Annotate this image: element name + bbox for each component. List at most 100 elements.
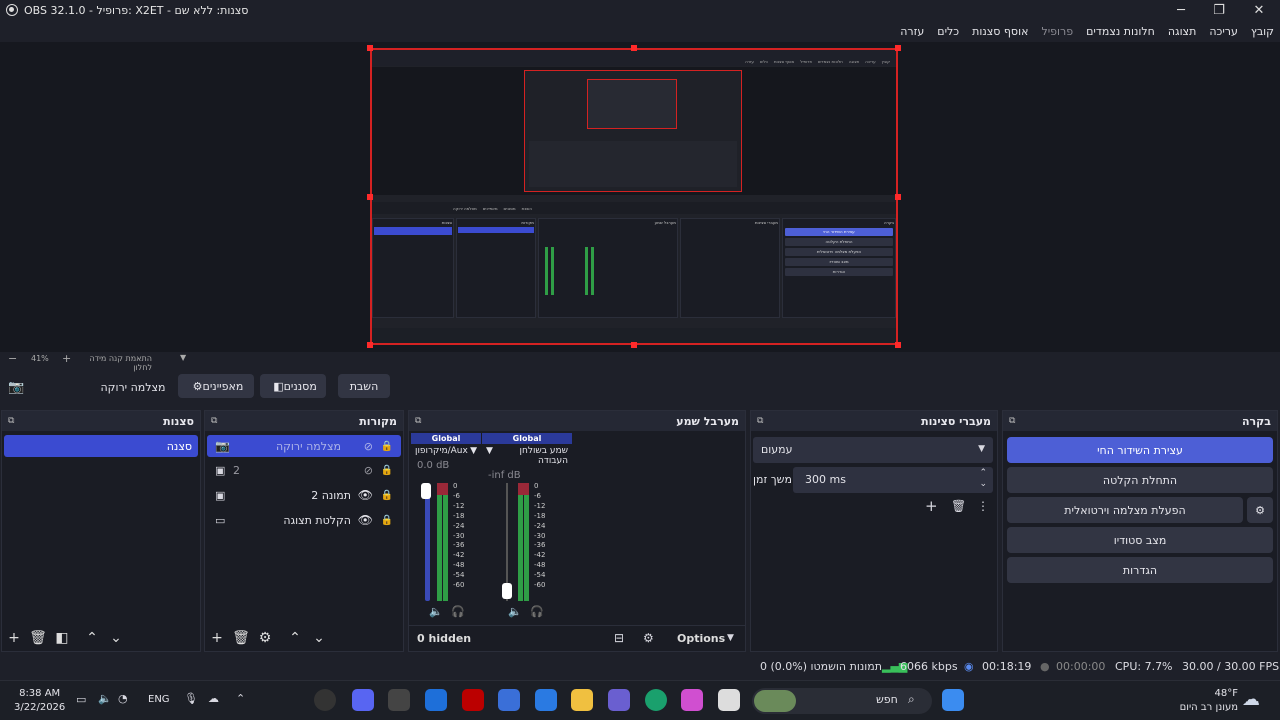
- file-explorer-icon[interactable]: [571, 689, 593, 711]
- speaker-icon[interactable]: 🔈: [508, 605, 522, 618]
- headphones-icon[interactable]: 🎧: [451, 605, 465, 618]
- options-button[interactable]: Options: [677, 632, 725, 645]
- start-virtual-camera-button[interactable]: הפעלת מצלמה וירטואלית: [1007, 497, 1243, 523]
- deactivate-button[interactable]: השבת: [338, 374, 390, 398]
- resize-handle[interactable]: [367, 45, 373, 51]
- obs-taskbar-icon[interactable]: [314, 689, 336, 711]
- remove-scene-trash-icon[interactable]: 🗑: [26, 630, 50, 646]
- move-down-chevron-icon[interactable]: ⌄: [104, 630, 128, 646]
- volume-icon[interactable]: 🔈: [98, 692, 112, 705]
- hidden-count[interactable]: 0 hidden: [417, 632, 471, 645]
- microphone-icon[interactable]: 🎙: [184, 692, 198, 705]
- zoom-dropdown-arrow-icon[interactable]: ▼: [180, 353, 186, 362]
- more-options-icon[interactable]: ⋮: [977, 499, 989, 513]
- menu-view[interactable]: תצוגה: [1168, 25, 1196, 38]
- resize-handle[interactable]: [895, 342, 901, 348]
- move-down-chevron-icon[interactable]: ⌄: [307, 630, 331, 646]
- studio-mode-button[interactable]: מצב סטודיו: [1007, 527, 1273, 553]
- spin-up-chevron-icon[interactable]: ⌃: [979, 468, 987, 478]
- language-indicator[interactable]: ENG: [148, 694, 170, 705]
- menu-edit[interactable]: עריכה: [1209, 25, 1238, 38]
- source-item[interactable]: ▣ תמונה 2 👁 🔒: [207, 484, 401, 506]
- volume-slider-handle[interactable]: [421, 483, 431, 499]
- start-windows-icon[interactable]: [942, 689, 964, 711]
- spin-down-chevron-icon[interactable]: ⌄: [979, 479, 987, 489]
- preview-canvas[interactable]: קובץ עריכה תצוגה חלונות נצמדים פרופיל או…: [370, 48, 898, 345]
- menu-docks[interactable]: חלונות נצמדים: [1086, 25, 1155, 38]
- copilot-icon[interactable]: [681, 689, 703, 711]
- properties-button[interactable]: ⚙ מאפיינים: [178, 374, 254, 398]
- close-button[interactable]: ✕: [1240, 0, 1278, 20]
- undock-icon[interactable]: ⧉: [211, 416, 217, 426]
- resize-handle[interactable]: [367, 342, 373, 348]
- weather-widget[interactable]: 48°F מעונן רב היום: [1176, 687, 1238, 715]
- volume-slider[interactable]: [425, 483, 430, 601]
- undock-icon[interactable]: ⧉: [415, 416, 421, 426]
- headphones-icon[interactable]: 🎧: [530, 605, 544, 618]
- source-item[interactable]: ▭ הקלטת תצוגה 👁 🔒: [207, 509, 401, 531]
- lock-icon[interactable]: 🔒: [381, 515, 393, 526]
- wifi-icon[interactable]: ◔: [118, 692, 128, 705]
- minimize-button[interactable]: ─: [1162, 0, 1200, 20]
- tray-chevron-icon[interactable]: ⌃: [236, 692, 245, 705]
- scene-item[interactable]: סצנה: [4, 435, 198, 457]
- add-source-button[interactable]: +: [205, 630, 229, 646]
- battery-icon[interactable]: ▭: [76, 693, 86, 706]
- app-icon[interactable]: [718, 689, 740, 711]
- eye-icon[interactable]: 👁: [358, 488, 373, 502]
- discord-icon[interactable]: [352, 689, 374, 711]
- resize-handle[interactable]: [631, 342, 637, 348]
- speaker-icon[interactable]: 🔈: [429, 605, 443, 618]
- move-up-chevron-icon[interactable]: ⌃: [283, 630, 307, 646]
- move-up-chevron-icon[interactable]: ⌃: [80, 630, 104, 646]
- undock-icon[interactable]: ⧉: [8, 416, 14, 426]
- edge-icon[interactable]: [645, 689, 667, 711]
- undock-icon[interactable]: ⧉: [757, 416, 763, 426]
- lock-icon[interactable]: 🔒: [381, 441, 393, 452]
- resize-handle[interactable]: [631, 45, 637, 51]
- zoom-in-button[interactable]: +: [62, 352, 71, 365]
- app-icon[interactable]: [498, 689, 520, 711]
- menu-help[interactable]: עזרה: [900, 25, 924, 38]
- source-item[interactable]: 📷 מצלמה ירוקה ⊘ 🔒: [207, 435, 401, 457]
- start-recording-button[interactable]: התחלת הקלטה: [1007, 467, 1273, 493]
- menu-tools[interactable]: כלים: [937, 25, 959, 38]
- maximize-button[interactable]: ❐: [1200, 0, 1238, 20]
- eye-hidden-icon[interactable]: ⊘: [364, 464, 373, 477]
- lock-icon[interactable]: 🔒: [381, 465, 393, 476]
- resize-handle[interactable]: [895, 45, 901, 51]
- screenshot-camera-icon[interactable]: 📷: [8, 380, 24, 395]
- calendar-icon[interactable]: [535, 689, 557, 711]
- add-transition-button[interactable]: +: [925, 497, 938, 515]
- duration-input[interactable]: 300 ms ⌃ ⌄: [793, 467, 993, 493]
- undock-icon[interactable]: ⧉: [1009, 416, 1015, 426]
- advanced-audio-gear-icon[interactable]: ⚙: [643, 631, 654, 645]
- stop-streaming-button[interactable]: עצירת השידור החי: [1007, 437, 1273, 463]
- menu-profile[interactable]: פרופיל: [1041, 25, 1073, 38]
- zoom-out-button[interactable]: −: [8, 352, 17, 365]
- netflix-icon[interactable]: [462, 689, 484, 711]
- teams-icon[interactable]: [608, 689, 630, 711]
- store-icon[interactable]: [425, 689, 447, 711]
- lock-icon[interactable]: 🔒: [381, 490, 393, 501]
- remove-transition-trash-icon[interactable]: 🗑: [951, 499, 966, 513]
- menu-scene-collection[interactable]: אוסף סצנות: [972, 25, 1028, 38]
- filters-button[interactable]: ◧ מסננים: [260, 374, 326, 398]
- channel-name[interactable]: מיקרופון/Aux ▼: [411, 446, 481, 456]
- settings-button[interactable]: הגדרות: [1007, 557, 1273, 583]
- volume-slider-handle[interactable]: [502, 583, 512, 599]
- layout-toggle-icon[interactable]: ⊟: [614, 631, 624, 645]
- menu-file[interactable]: קובץ: [1251, 25, 1274, 38]
- snipping-tool-icon[interactable]: [388, 689, 410, 711]
- virtual-camera-gear-icon[interactable]: ⚙: [1247, 497, 1273, 523]
- clock[interactable]: 8:38 AM 3/22/2026: [14, 687, 65, 715]
- remove-source-trash-icon[interactable]: 🗑: [229, 630, 253, 646]
- options-dropdown-arrow-icon[interactable]: ▼: [727, 633, 734, 643]
- channel-name[interactable]: שמע בשולחן העבודה ▼: [482, 446, 572, 466]
- resize-handle[interactable]: [895, 194, 901, 200]
- eye-icon[interactable]: 👁: [358, 513, 373, 527]
- search-box[interactable]: חפש ⌕: [752, 688, 932, 714]
- source-settings-gear-icon[interactable]: ⚙: [253, 630, 277, 646]
- eye-hidden-icon[interactable]: ⊘: [364, 440, 373, 453]
- network-icon[interactable]: ☁: [208, 692, 219, 705]
